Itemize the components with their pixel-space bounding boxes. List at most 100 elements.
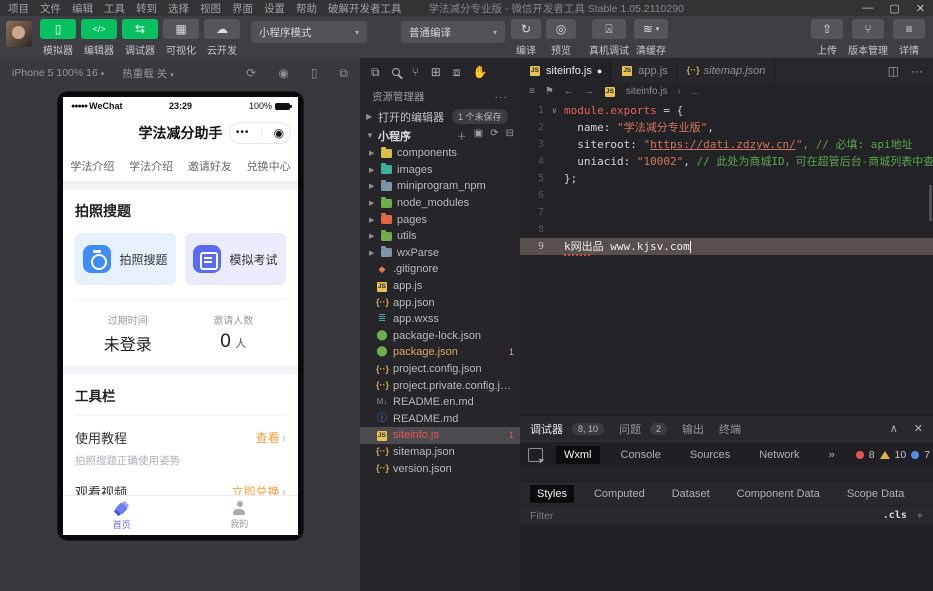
back-icon[interactable]: ← (564, 86, 574, 97)
tree-file-package-lock[interactable]: ⬤ package-lock.json (360, 328, 520, 345)
minimize-icon[interactable]: — (862, 2, 873, 15)
search-icon[interactable] (391, 68, 400, 76)
tree-file-readme[interactable]: ⓘ README.md (360, 411, 520, 428)
tab-problems[interactable]: 问题 2 (619, 421, 668, 437)
tree-file-sitemap[interactable]: {··} sitemap.json (360, 444, 520, 461)
selected-line[interactable]: 9 k网出品 www.kjsv.com (520, 238, 933, 256)
tree-file-app-wxss[interactable]: ≣ app.wxss (360, 311, 520, 328)
close-panel-icon[interactable]: ✕ (914, 422, 923, 435)
extensions-icon[interactable]: ⊞ (431, 65, 441, 79)
menu-edit[interactable]: 编辑 (72, 1, 93, 16)
computed-tab[interactable]: Computed (587, 485, 652, 503)
rotate-icon[interactable]: ⧉ (339, 66, 348, 81)
list-icon[interactable]: ≡ (529, 86, 535, 97)
open-editors-section[interactable]: ▶ 打开的编辑器 1 个未保存 (360, 107, 520, 126)
debugger-toggle-button[interactable]: ⇆ (122, 19, 158, 39)
breadcrumb-more[interactable]: ... (691, 86, 699, 97)
tree-file-app-json[interactable]: {··} app.json (360, 294, 520, 311)
scope-data-tab[interactable]: Scope Data (840, 485, 911, 503)
fold-icon[interactable]: ∨ (552, 102, 564, 119)
compile-mode-dropdown[interactable]: 普通编译 ▾ (401, 21, 505, 43)
menu-select[interactable]: 选择 (168, 1, 189, 16)
version-control-button[interactable]: ⑂ (852, 19, 884, 39)
maximize-icon[interactable]: ▢ (889, 2, 899, 15)
new-folder-icon[interactable]: ▣ (474, 128, 483, 143)
tutorial-row[interactable]: 使用教程 查看 › (75, 428, 286, 447)
tree-folder-miniprogram-npm[interactable]: ▶ miniprogram_npm (360, 178, 520, 195)
tabbar-mine[interactable]: 我的 (181, 496, 299, 535)
tab-output[interactable]: 输出 (682, 421, 704, 437)
devtools-tab-network[interactable]: Network (751, 446, 807, 464)
menu-view[interactable]: 视图 (200, 1, 221, 16)
menu-project[interactable]: 项目 (8, 1, 29, 16)
cls-toggle[interactable]: .cls (883, 510, 907, 521)
devtools-tab-sources[interactable]: Sources (682, 446, 738, 464)
info-count[interactable]: 7 (924, 449, 930, 461)
refresh-icon[interactable]: ⟳ (490, 128, 498, 143)
hand-icon[interactable]: ✋ (472, 65, 487, 79)
more-actions-icon[interactable]: ··· (911, 64, 923, 78)
tab-terminal[interactable]: 终端 (719, 421, 741, 437)
component-data-tab[interactable]: Component Data (730, 485, 827, 503)
user-avatar[interactable] (6, 21, 32, 47)
tree-folder-pages[interactable]: ▶ pages (360, 211, 520, 228)
tab-sitemap-json[interactable]: {··} sitemap.json (678, 58, 776, 83)
bookmark-icon[interactable]: ⚑ (545, 86, 554, 97)
forward-icon[interactable]: → (584, 86, 594, 97)
menu-help[interactable]: 帮助 (296, 1, 317, 16)
clear-cache-button[interactable]: ≋ ▾ (634, 19, 668, 39)
wechat-capsule[interactable]: ••• ◉ (229, 122, 291, 144)
tree-file-readme-en[interactable]: M↓ README.en.md (360, 394, 520, 411)
visual-toggle-button[interactable]: ▦ (163, 19, 199, 39)
source-control-icon[interactable]: ⑂ (412, 65, 419, 79)
project-root-section[interactable]: ▼ 小程序 ＋ ▣ ⟳ ⊟ (360, 126, 520, 145)
devtools-more-tabs[interactable]: » (821, 446, 843, 464)
tree-folder-components[interactable]: ▶ components (360, 145, 520, 162)
tree-file-project-private-config[interactable]: {··} project.private.config.js... (360, 377, 520, 394)
tree-file-package-json[interactable]: ⬤ package.json 1 (360, 344, 520, 361)
menu-devtools[interactable]: 破解开发者工具 (328, 1, 402, 16)
tab-invite[interactable]: 邀请好友 (188, 158, 232, 174)
tab-exchange[interactable]: 兑换中心 (247, 158, 291, 174)
breadcrumb-file[interactable]: siteinfo.js (626, 86, 668, 97)
hot-reload-toggle[interactable]: 热重载 关 ▾ (122, 66, 173, 81)
new-file-icon[interactable]: ＋ (457, 128, 467, 143)
collapse-panel-icon[interactable]: ∧ (890, 422, 898, 435)
error-count[interactable]: 8 (869, 449, 875, 461)
filter-input[interactable]: Filter (530, 510, 553, 522)
tab-siteinfo-js[interactable]: JS siteinfo.js ● (520, 58, 613, 83)
tree-file-gitignore[interactable]: ◆ .gitignore (360, 261, 520, 278)
device-frame-icon[interactable]: ▯ (311, 66, 318, 81)
details-button[interactable]: ≡ (893, 19, 925, 39)
tree-file-app-js[interactable]: JS app.js (360, 278, 520, 295)
mode-dropdown[interactable]: 小程序模式 ▾ (251, 21, 367, 43)
photo-search-button[interactable]: 拍照搜题 (75, 233, 176, 285)
cloud-dev-button[interactable]: ☁ (204, 19, 240, 39)
close-icon[interactable]: ✕ (916, 2, 925, 15)
menu-file[interactable]: 文件 (40, 1, 61, 16)
menu-interface[interactable]: 界面 (232, 1, 253, 16)
tree-file-version[interactable]: {··} version.json (360, 460, 520, 477)
code-area[interactable]: 1 ∨ module.exports = { 2 name: "学法减分专业版", … (520, 99, 933, 415)
upload-button[interactable]: ⇧ (811, 19, 843, 39)
mock-exam-button[interactable]: 模拟考试 (185, 233, 286, 285)
collapse-all-icon[interactable]: ⊟ (506, 128, 514, 143)
add-style-icon[interactable]: + (917, 510, 923, 522)
tab-app-js[interactable]: JS app.js (612, 58, 678, 83)
device-selector[interactable]: iPhone 5 100% 16 ▾ (12, 67, 104, 79)
record-icon[interactable]: ◉ (278, 66, 288, 81)
refresh-icon[interactable]: ⟳ (246, 66, 256, 81)
tab-intro-2[interactable]: 学法介绍 (129, 158, 173, 174)
preview-button[interactable]: ◎ (546, 19, 576, 39)
device-debug-button[interactable]: ⍓ (592, 19, 626, 39)
inspect-element-icon[interactable] (528, 447, 543, 462)
styles-tab[interactable]: Styles (530, 484, 574, 503)
tree-file-project-config[interactable]: {··} project.config.json (360, 361, 520, 378)
editor-scrollbar[interactable] (929, 185, 932, 221)
tree-folder-node-modules[interactable]: ▶ node_modules (360, 195, 520, 212)
package-icon[interactable]: ⧈ (453, 65, 461, 80)
tree-file-siteinfo[interactable]: JS siteinfo.js 1 (360, 427, 520, 444)
editor-toggle-button[interactable]: </> (81, 19, 117, 39)
files-icon[interactable]: ⧉ (371, 65, 380, 80)
unsaved-dot-icon[interactable]: ● (597, 66, 602, 76)
